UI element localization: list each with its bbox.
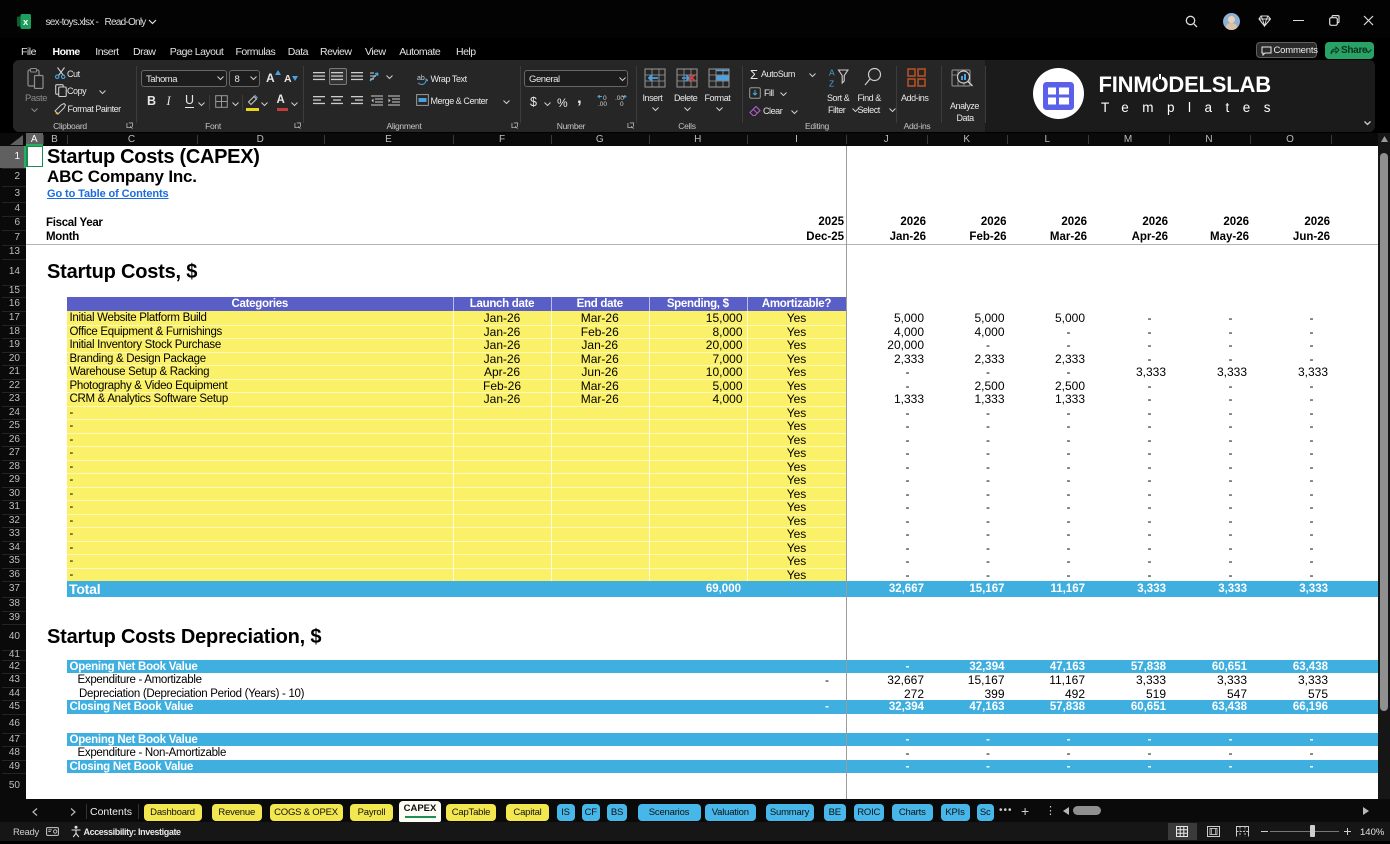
svg-text:Z: Z xyxy=(829,79,834,89)
svg-text:A: A xyxy=(829,68,835,78)
svg-text:x: x xyxy=(23,17,29,28)
svg-text:ab: ab xyxy=(417,75,425,82)
svg-text:0: 0 xyxy=(620,101,624,107)
svg-text:0: 0 xyxy=(603,95,607,102)
